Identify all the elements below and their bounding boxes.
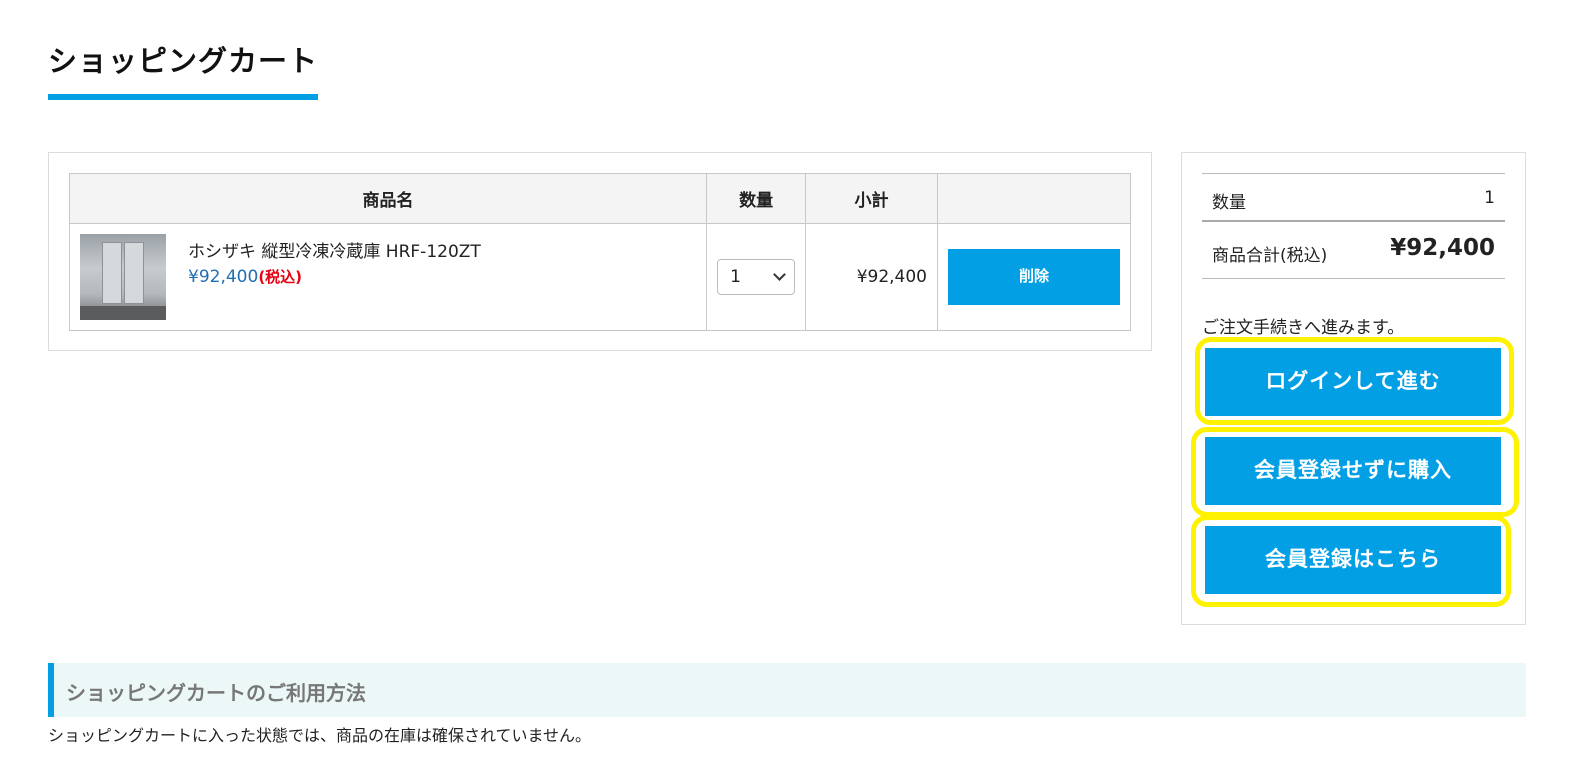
guest-checkout-button[interactable]: 会員登録せずに購入 — [1205, 437, 1501, 505]
tax-included-label: (税込) — [258, 268, 303, 286]
quantity-value: 1 — [730, 267, 741, 287]
delete-button[interactable]: 削除 — [948, 249, 1120, 305]
summary-panel: 数量 1 商品合計(税込) ¥92,400 ご注文手続きへ進みます。 ログインし… — [1181, 152, 1526, 625]
subtotal-cell: ¥92,400 — [805, 223, 938, 331]
product-price-value: ¥92,400 — [188, 267, 259, 287]
header-subtotal: 小計 — [805, 173, 938, 224]
guide-section-header: ショッピングカートのご利用方法 — [48, 663, 1526, 717]
register-button[interactable]: 会員登録はこちら — [1205, 526, 1501, 594]
summary-quantity-value: 1 — [1484, 188, 1495, 208]
product-price: ¥92,400(税込) — [188, 266, 302, 287]
cart-panel: 商品名 数量 小計 ホシザキ 縦型冷凍冷蔵庫 HRF-120ZT ¥92,400… — [48, 152, 1152, 351]
summary-quantity-row: 数量 1 — [1202, 173, 1505, 222]
product-cell: ホシザキ 縦型冷凍冷蔵庫 HRF-120ZT ¥92,400(税込) — [68, 223, 708, 331]
action-cell: 削除 — [937, 223, 1131, 331]
summary-quantity-label: 数量 — [1212, 193, 1246, 213]
quantity-select[interactable]: 1 — [717, 259, 796, 295]
header-action — [937, 173, 1131, 224]
product-thumbnail[interactable] — [80, 234, 166, 320]
header-product-name: 商品名 — [68, 173, 708, 224]
guide-text: ショッピングカートに入った状態では、商品の在庫は確保されていません。 — [48, 726, 592, 745]
login-proceed-button[interactable]: ログインして進む — [1205, 348, 1501, 416]
quantity-cell: 1 — [706, 223, 807, 331]
guide-title: ショッピングカートのご利用方法 — [66, 681, 366, 705]
cart-table: 商品名 数量 小計 ホシザキ 縦型冷凍冷蔵庫 HRF-120ZT ¥92,400… — [68, 173, 1131, 331]
summary-total-value: ¥92,400 — [1390, 235, 1495, 261]
product-name-link[interactable]: ホシザキ 縦型冷凍冷蔵庫 HRF-120ZT — [188, 237, 481, 262]
page-title: ショッピングカート — [48, 38, 319, 100]
table-row: ホシザキ 縦型冷凍冷蔵庫 HRF-120ZT ¥92,400(税込) 1 ¥92… — [68, 223, 1131, 331]
checkout-note: ご注文手続きへ進みます。 — [1202, 318, 1405, 338]
summary-total-row: 商品合計(税込) ¥92,400 — [1202, 222, 1505, 279]
chevron-down-icon — [773, 268, 786, 281]
cart-table-header: 商品名 数量 小計 — [68, 173, 1131, 224]
header-quantity: 数量 — [706, 173, 807, 224]
summary-total-label: 商品合計(税込) — [1212, 246, 1328, 266]
